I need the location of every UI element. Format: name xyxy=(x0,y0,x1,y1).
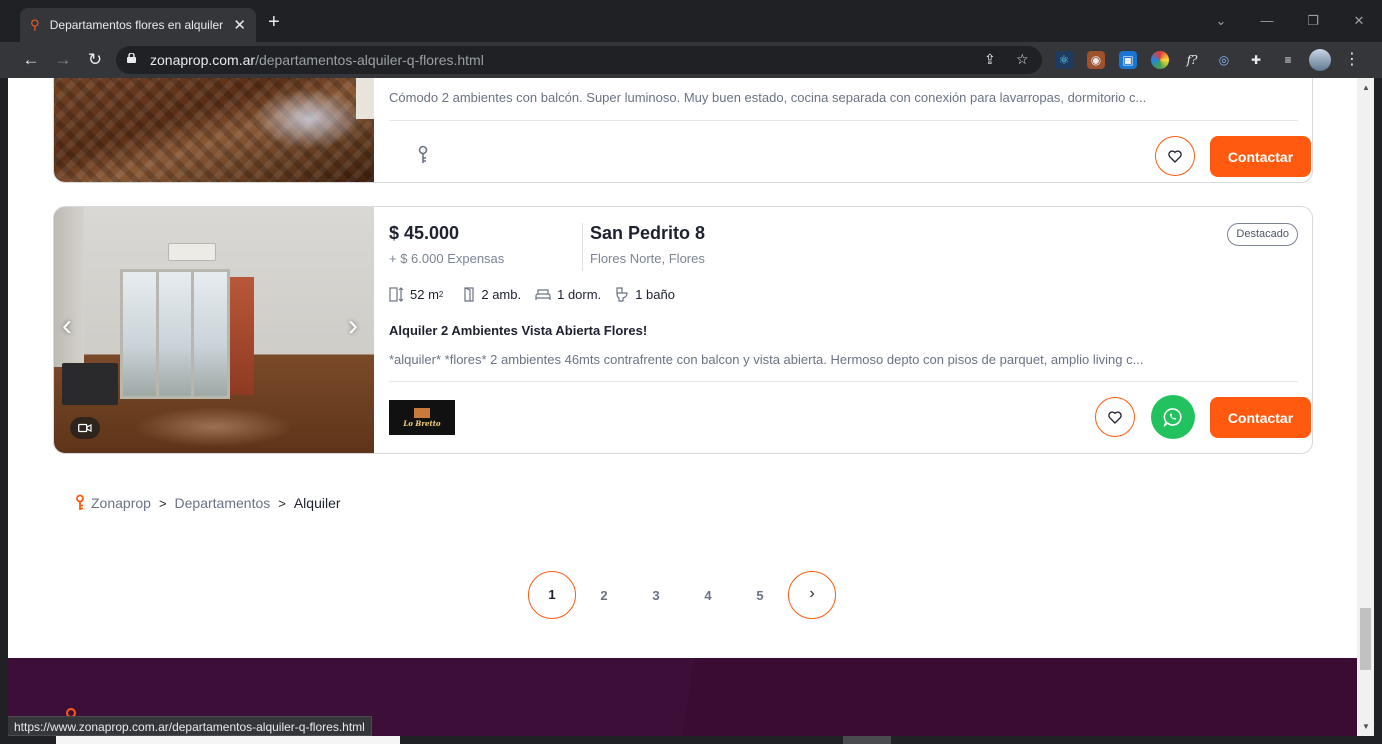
listing-photo[interactable] xyxy=(54,78,374,182)
listing-card[interactable]: ‹ › $ 45.000 + $ 6.000 Expensas San Pedr… xyxy=(53,206,1313,454)
whatsapp-icon xyxy=(1163,408,1182,427)
contact-button[interactable]: Contactar xyxy=(1210,397,1311,438)
page-1-button[interactable]: 1 xyxy=(528,571,576,619)
photo-next-arrow-icon[interactable]: › xyxy=(348,311,358,341)
close-window-button[interactable]: ✕ xyxy=(1336,0,1382,42)
bed-icon xyxy=(535,288,551,300)
listing-body: $ 45.000 + $ 6.000 Expensas San Pedrito … xyxy=(389,207,1311,453)
photo-prev-arrow-icon[interactable]: ‹ xyxy=(62,311,72,341)
extension-window-icon[interactable]: ▣ xyxy=(1119,51,1137,69)
extension-owl-icon[interactable]: ◉ xyxy=(1087,51,1105,69)
tab-title: Departamentos flores en alquiler xyxy=(49,18,224,32)
page-5-button[interactable]: 5 xyxy=(734,588,786,603)
tab-search-icon[interactable]: ⌄ xyxy=(1198,0,1244,42)
listing-card[interactable]: Cómodo 2 ambientes con balcón. Super lum… xyxy=(53,78,1313,183)
heart-icon xyxy=(1108,410,1122,424)
new-tab-button[interactable]: + xyxy=(268,12,280,32)
scroll-up-arrow-icon[interactable]: ▲ xyxy=(1362,83,1370,92)
reload-icon[interactable]: ↻ xyxy=(80,42,110,78)
breadcrumb: Zonaprop > Departamentos > Alquiler xyxy=(75,494,341,512)
page-scrollbar[interactable]: ▲ ▼ xyxy=(1357,78,1374,736)
browser-tab[interactable]: ⚲ Departamentos flores en alquiler ✕ xyxy=(20,8,256,42)
zonaprop-key-icon xyxy=(76,494,84,510)
heart-icon xyxy=(1168,149,1182,163)
contact-button[interactable]: Contactar xyxy=(1210,136,1311,177)
forward-arrow-icon[interactable]: → xyxy=(48,42,78,78)
listing-expensas: + $ 6.000 Expensas xyxy=(389,251,505,266)
status-bar-url: https://www.zonaprop.com.ar/departamento… xyxy=(8,716,372,736)
page-3-button[interactable]: 3 xyxy=(630,588,682,603)
address-bar[interactable]: zonaprop.com.ar/departamentos-alquiler-q… xyxy=(116,46,1042,74)
restore-button[interactable]: ❐ xyxy=(1290,0,1336,42)
share-icon[interactable]: ⇪ xyxy=(984,51,996,68)
extensions-puzzle-icon[interactable]: ✚ xyxy=(1247,51,1265,69)
listing-title[interactable]: Alquiler 2 Ambientes Vista Abierta Flore… xyxy=(389,323,647,338)
listing-body: Cómodo 2 ambientes con balcón. Super lum… xyxy=(389,78,1311,182)
door-icon xyxy=(464,287,474,302)
publisher-logo[interactable]: Lo Bretto xyxy=(389,400,455,435)
browser-toolbar: ← → ↻ zonaprop.com.ar/departamentos-alqu… xyxy=(0,42,1382,78)
color-picker-icon[interactable] xyxy=(1151,51,1169,69)
whatsapp-button[interactable] xyxy=(1151,395,1195,439)
feature-area-value: 52 m xyxy=(410,287,439,302)
toilet-icon xyxy=(616,287,628,302)
area-icon xyxy=(389,287,404,302)
listing-price: $ 45.000 xyxy=(389,223,460,243)
feature-bathrooms: 1 baño xyxy=(615,287,675,302)
extension-ring-icon[interactable]: ◎ xyxy=(1215,51,1233,69)
page-4-button[interactable]: 4 xyxy=(682,588,734,603)
react-devtools-icon[interactable]: ⚛ xyxy=(1055,51,1073,69)
favorite-button[interactable] xyxy=(1095,397,1135,437)
feature-rooms: 2 amb. xyxy=(463,287,521,302)
breadcrumb-separator: > xyxy=(158,495,167,511)
reading-list-icon[interactable]: ≡ xyxy=(1279,51,1297,69)
back-arrow-icon[interactable]: ← xyxy=(16,42,46,78)
breadcrumb-link-departamentos[interactable]: Departamentos xyxy=(175,495,271,511)
feature-area: 52 m2 xyxy=(389,287,443,302)
logo-building-icon xyxy=(414,407,430,418)
breadcrumb-link-zonaprop[interactable]: Zonaprop xyxy=(91,495,151,511)
zonaprop-favicon-icon: ⚲ xyxy=(30,17,40,32)
feature-area-unit: 2 xyxy=(438,290,444,299)
listing-divider xyxy=(389,381,1298,382)
profile-avatar[interactable] xyxy=(1309,49,1331,71)
window-controls: ⌄ — ❐ ✕ xyxy=(1198,0,1382,42)
lock-icon xyxy=(127,53,136,63)
listing-description[interactable]: Cómodo 2 ambientes con balcón. Super lum… xyxy=(389,90,1298,105)
listing-description[interactable]: *alquiler* *flores* 2 ambientes 46mts co… xyxy=(389,352,1298,367)
browser-menu-icon[interactable]: ⋮ xyxy=(1343,51,1361,69)
breadcrumb-current: Alquiler xyxy=(293,495,341,511)
page-2-button[interactable]: 2 xyxy=(578,588,630,603)
video-tour-badge[interactable] xyxy=(70,417,100,439)
listing-divider xyxy=(389,120,1298,121)
minimize-button[interactable]: — xyxy=(1244,0,1290,42)
next-page-button[interactable]: › xyxy=(788,571,836,619)
bookmark-star-icon[interactable]: ☆ xyxy=(1016,51,1029,68)
url-text: zonaprop.com.ar/departamentos-alquiler-q… xyxy=(150,52,484,68)
scrollbar-thumb[interactable] xyxy=(1360,608,1371,670)
breadcrumb-separator: > xyxy=(278,495,286,511)
video-camera-icon xyxy=(78,423,92,433)
pagination: 1 2 3 4 5 › xyxy=(528,570,836,620)
page-viewport: Cómodo 2 ambientes con balcón. Super lum… xyxy=(8,78,1357,736)
listing-features: 52 m2 2 amb. 1 dorm. 1 baño xyxy=(389,287,689,302)
tab-close-icon[interactable]: ✕ xyxy=(233,16,246,34)
feature-bedrooms: 1 dorm. xyxy=(535,287,601,302)
os-taskbar xyxy=(0,736,1382,744)
favorite-button[interactable] xyxy=(1155,136,1195,176)
key-icon xyxy=(418,145,428,163)
featured-badge: Destacado xyxy=(1227,223,1298,246)
price-address-divider xyxy=(582,223,583,271)
scroll-down-arrow-icon[interactable]: ▼ xyxy=(1362,722,1370,731)
publisher-logo-name: Lo Bretto xyxy=(403,418,441,428)
browser-tab-bar: ⚲ Departamentos flores en alquiler ✕ + ⌄… xyxy=(0,0,1382,42)
listing-address[interactable]: San Pedrito 8 xyxy=(590,223,705,244)
listing-photo[interactable]: ‹ › xyxy=(54,207,374,453)
listing-location: Flores Norte, Flores xyxy=(590,251,705,266)
font-finder-icon[interactable]: f? xyxy=(1183,51,1201,69)
